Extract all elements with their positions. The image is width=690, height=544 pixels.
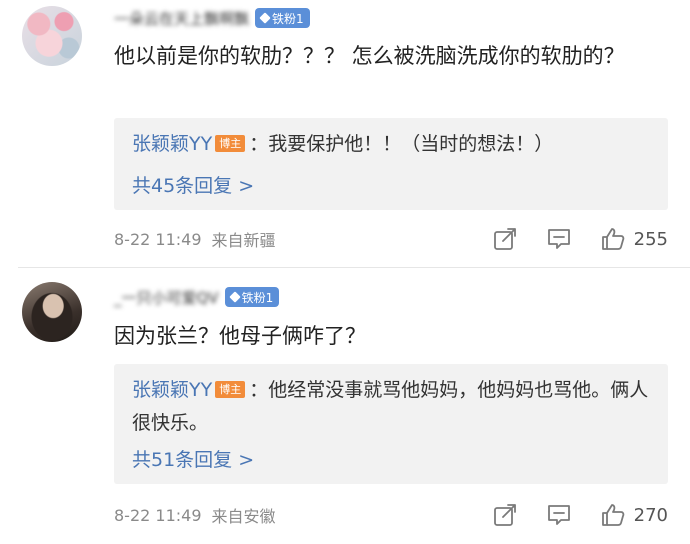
fan-badge[interactable]: 铁粉1	[224, 287, 280, 307]
comment-actions: 255	[492, 224, 668, 254]
comment-feed: 一朵云在天上飘啊飘 铁粉1 他以前是你的软肋？？？ 怎么被洗脑洗成你的软肋的？ …	[0, 0, 690, 544]
share-icon[interactable]	[492, 226, 518, 252]
comment-meta: 8-22 11:49 来自新疆 255	[114, 224, 690, 254]
share-icon[interactable]	[492, 502, 518, 528]
diamond-icon	[228, 291, 241, 303]
comment-actions: 270	[492, 500, 668, 530]
reply-preview: 张颖颖YY 博主 ：我要保护他！！（当时的想法！）	[132, 128, 654, 161]
reply-box[interactable]: 张颖颖YY 博主 ：我要保护他！！（当时的想法！） 共45条回复 >	[114, 118, 668, 210]
comment-time: 8-22 11:49	[114, 505, 202, 525]
blogger-badge: 博主	[215, 381, 246, 398]
fan-badge-label: 铁粉1	[272, 11, 304, 26]
username[interactable]: 一朵云在天上飘啊飘	[114, 8, 249, 29]
comment-icon[interactable]	[546, 226, 572, 252]
avatar[interactable]	[22, 6, 82, 66]
reply-count-link[interactable]: 共51条回复 >	[132, 445, 254, 472]
comment-item: _一只小可爱QV 铁粉1 因为张兰？他母子俩咋了？ 张颖颖YY 博主 ：他经常没事就…	[0, 268, 690, 544]
comment-source: 来自安徽	[211, 507, 276, 526]
comment-time: 8-22 11:49	[114, 229, 202, 249]
reply-text: ：我要保护他！！（当时的想法！）	[249, 133, 554, 155]
like-count: 255	[633, 228, 668, 250]
reply-author[interactable]: 张颖颖YY	[132, 133, 212, 155]
comment-source: 来自新疆	[211, 231, 276, 250]
like-count: 270	[633, 504, 668, 526]
reply-count-link[interactable]: 共45条回复 >	[132, 171, 254, 198]
comment-meta: 8-22 11:49 来自安徽 270	[114, 500, 690, 530]
fan-badge-label: 铁粉1	[241, 290, 274, 305]
comment-icon[interactable]	[546, 502, 572, 528]
comment-text: 因为张兰？他母子俩咋了？	[114, 324, 366, 348]
comment-header: 一朵云在天上飘啊飘 铁粉1	[114, 6, 310, 30]
username[interactable]: _一只小可爱QV	[114, 287, 219, 308]
comment-text: 他以前是你的软肋？？？ 怎么被洗脑洗成你的软肋的？	[114, 44, 625, 68]
fan-badge[interactable]: 铁粉1	[255, 8, 310, 28]
reply-box[interactable]: 张颖颖YY 博主 ：他经常没事就骂他妈妈，他妈妈也骂他。俩人很快乐。 共51条回复 …	[114, 364, 668, 484]
avatar[interactable]	[22, 282, 82, 342]
comment-header: _一只小可爱QV 铁粉1	[114, 285, 280, 309]
blogger-badge: 博主	[215, 135, 246, 152]
thumbs-up-icon[interactable]	[600, 502, 626, 528]
reply-author[interactable]: 张颖颖YY	[132, 379, 212, 401]
comment-item: 一朵云在天上飘啊飘 铁粉1 他以前是你的软肋？？？ 怎么被洗脑洗成你的软肋的？ …	[0, 0, 690, 268]
thumbs-up-icon[interactable]	[600, 226, 626, 252]
reply-preview: 张颖颖YY 博主 ：他经常没事就骂他妈妈，他妈妈也骂他。俩人很快乐。	[132, 374, 654, 440]
diamond-icon	[259, 12, 271, 24]
